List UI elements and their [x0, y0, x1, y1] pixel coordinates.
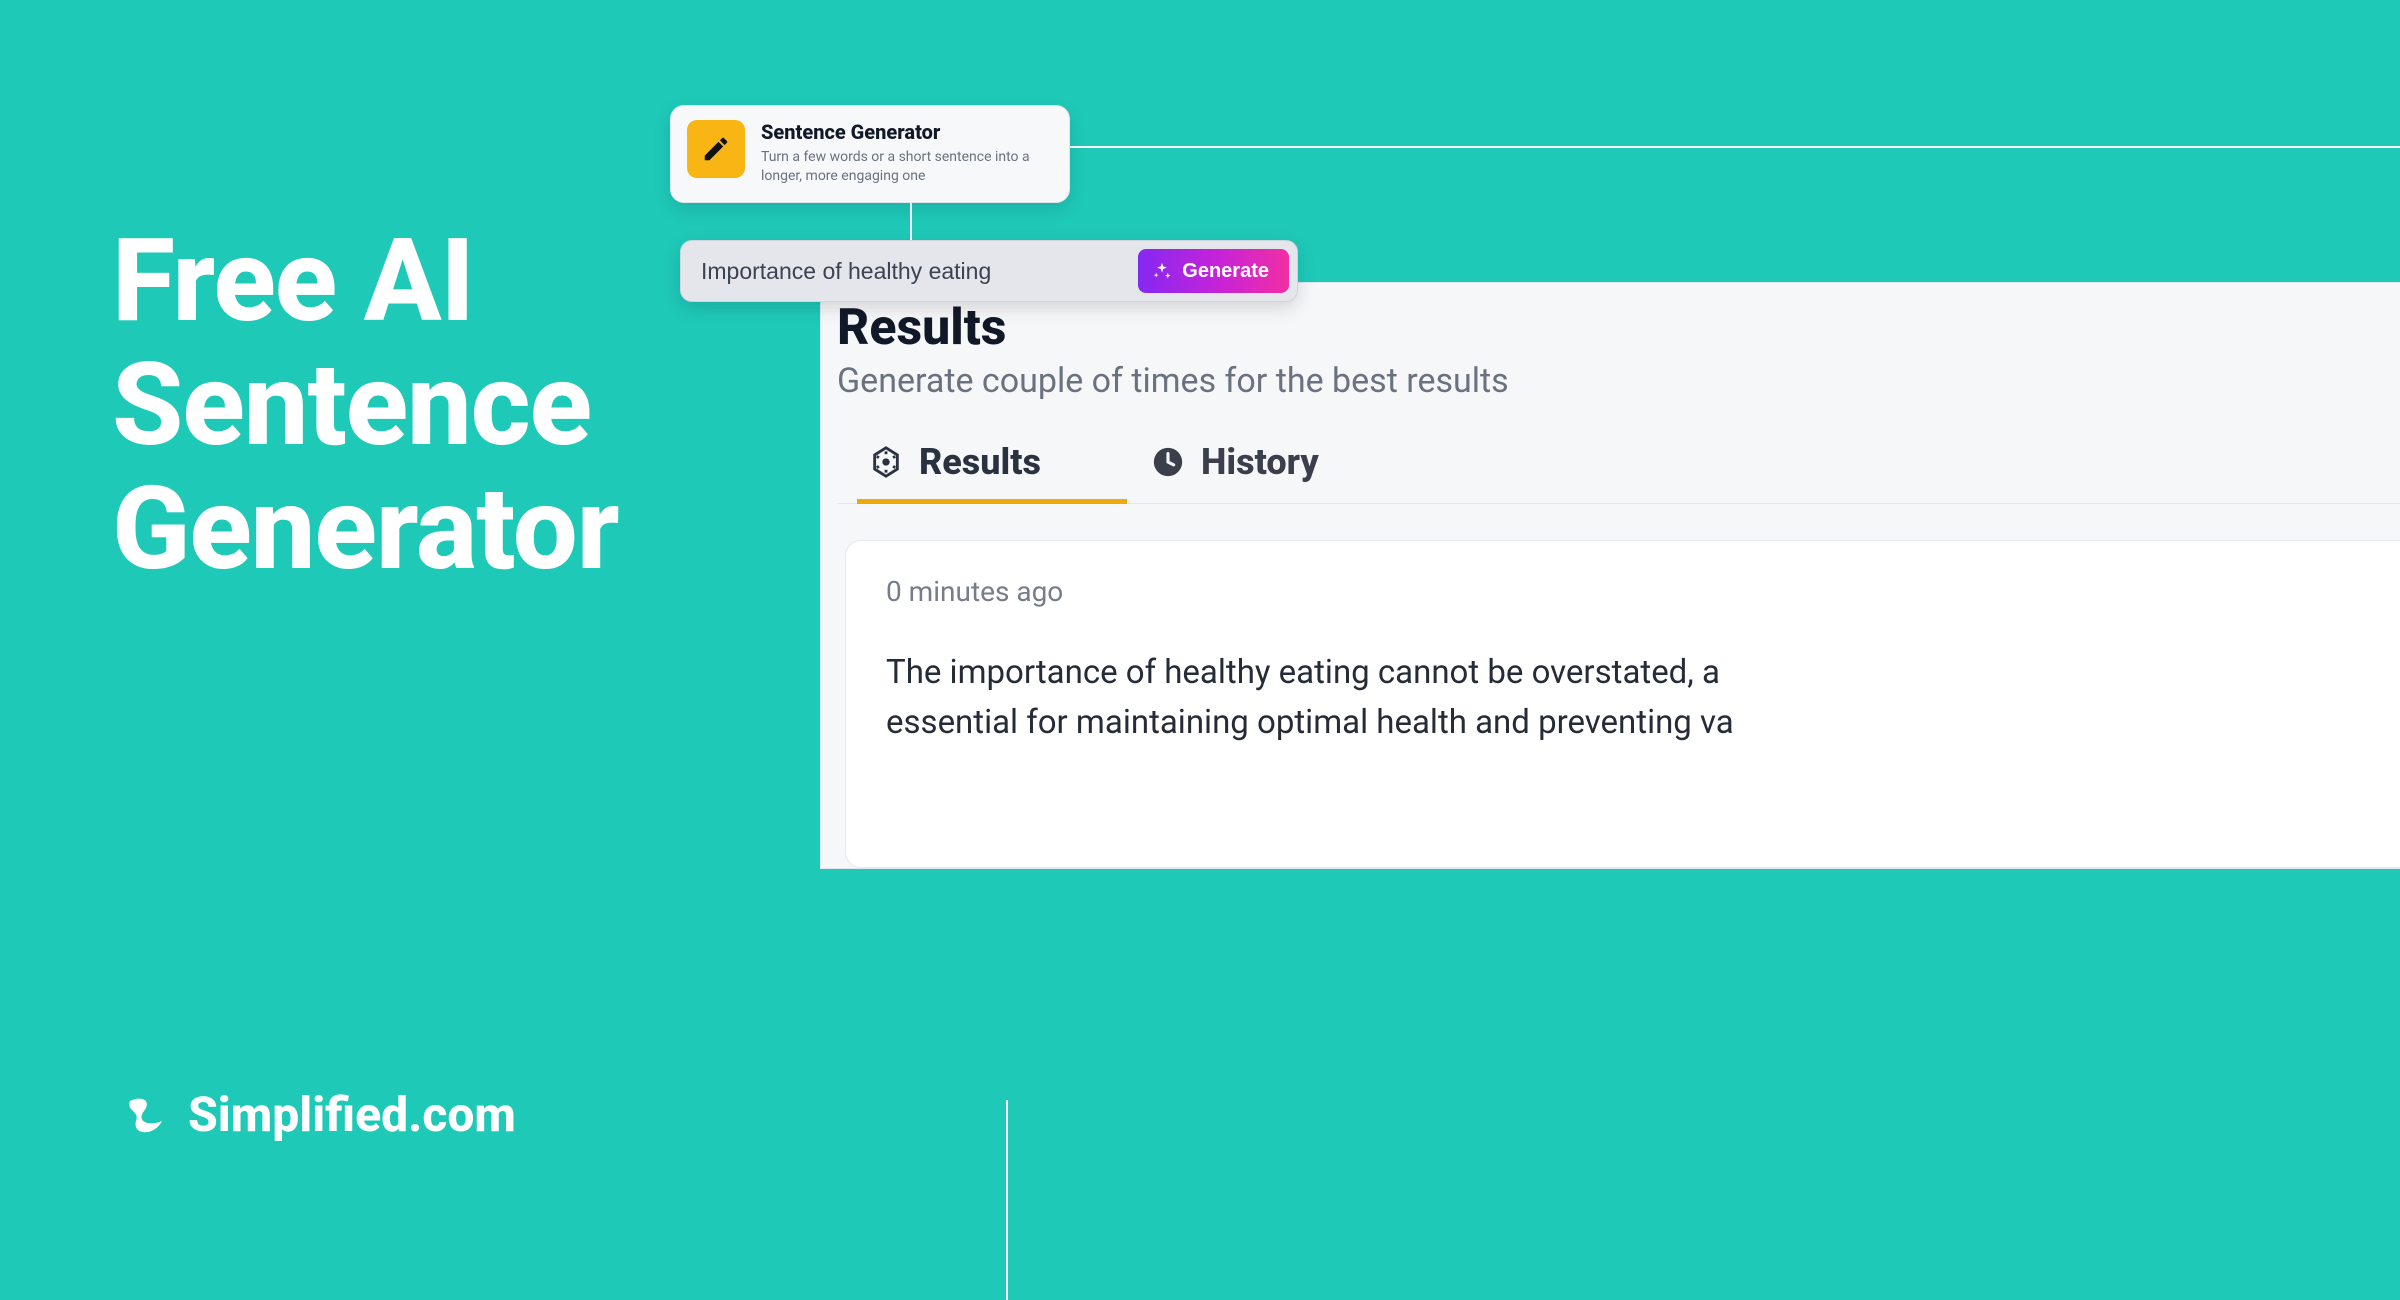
- tab-history-label: History: [1201, 441, 1319, 483]
- connector-line-horizontal: [1070, 146, 2400, 148]
- results-heading: Results: [837, 299, 2400, 357]
- hero-line-2: Sentence: [112, 344, 619, 468]
- result-timestamp: 0 minutes ago: [886, 575, 2400, 608]
- generate-button[interactable]: Generate: [1138, 249, 1289, 293]
- hero-line-3: Generator: [112, 468, 619, 592]
- results-panel: Results Generate couple of times for the…: [820, 282, 2400, 869]
- tool-title: Sentence Generator: [761, 120, 1051, 144]
- brand-name: Simplified.com: [188, 1086, 516, 1143]
- tool-card[interactable]: Sentence Generator Turn a few words or a…: [670, 105, 1070, 203]
- connector-line-vertical-bottom: [1006, 1100, 1008, 1300]
- simplified-logo-icon: [122, 1091, 170, 1139]
- hero-line-1: Free AI: [112, 220, 619, 344]
- results-tabs: Results History: [837, 429, 2400, 504]
- results-subheading: Generate couple of times for the best re…: [837, 361, 2400, 401]
- generate-button-label: Generate: [1182, 260, 1269, 283]
- hero-headline: Free AI Sentence Generator: [112, 220, 619, 593]
- prompt-input-bar: Generate: [680, 240, 1298, 302]
- results-icon: [869, 445, 903, 479]
- tool-description: Turn a few words or a short sentence int…: [761, 148, 1051, 186]
- connector-line-vertical-top: [910, 198, 912, 242]
- clock-icon: [1151, 445, 1185, 479]
- prompt-input[interactable]: [701, 258, 1138, 285]
- tab-history[interactable]: History: [1151, 429, 1319, 503]
- pencil-icon: [687, 120, 745, 178]
- result-text: The importance of healthy eating cannot …: [886, 648, 2400, 747]
- sparkle-icon: [1152, 261, 1172, 281]
- result-card[interactable]: 0 minutes ago The importance of healthy …: [845, 540, 2400, 868]
- tab-results-label: Results: [919, 441, 1041, 483]
- tab-results[interactable]: Results: [869, 429, 1041, 503]
- active-tab-underline: [857, 499, 1127, 504]
- brand: Simplified.com: [122, 1086, 516, 1143]
